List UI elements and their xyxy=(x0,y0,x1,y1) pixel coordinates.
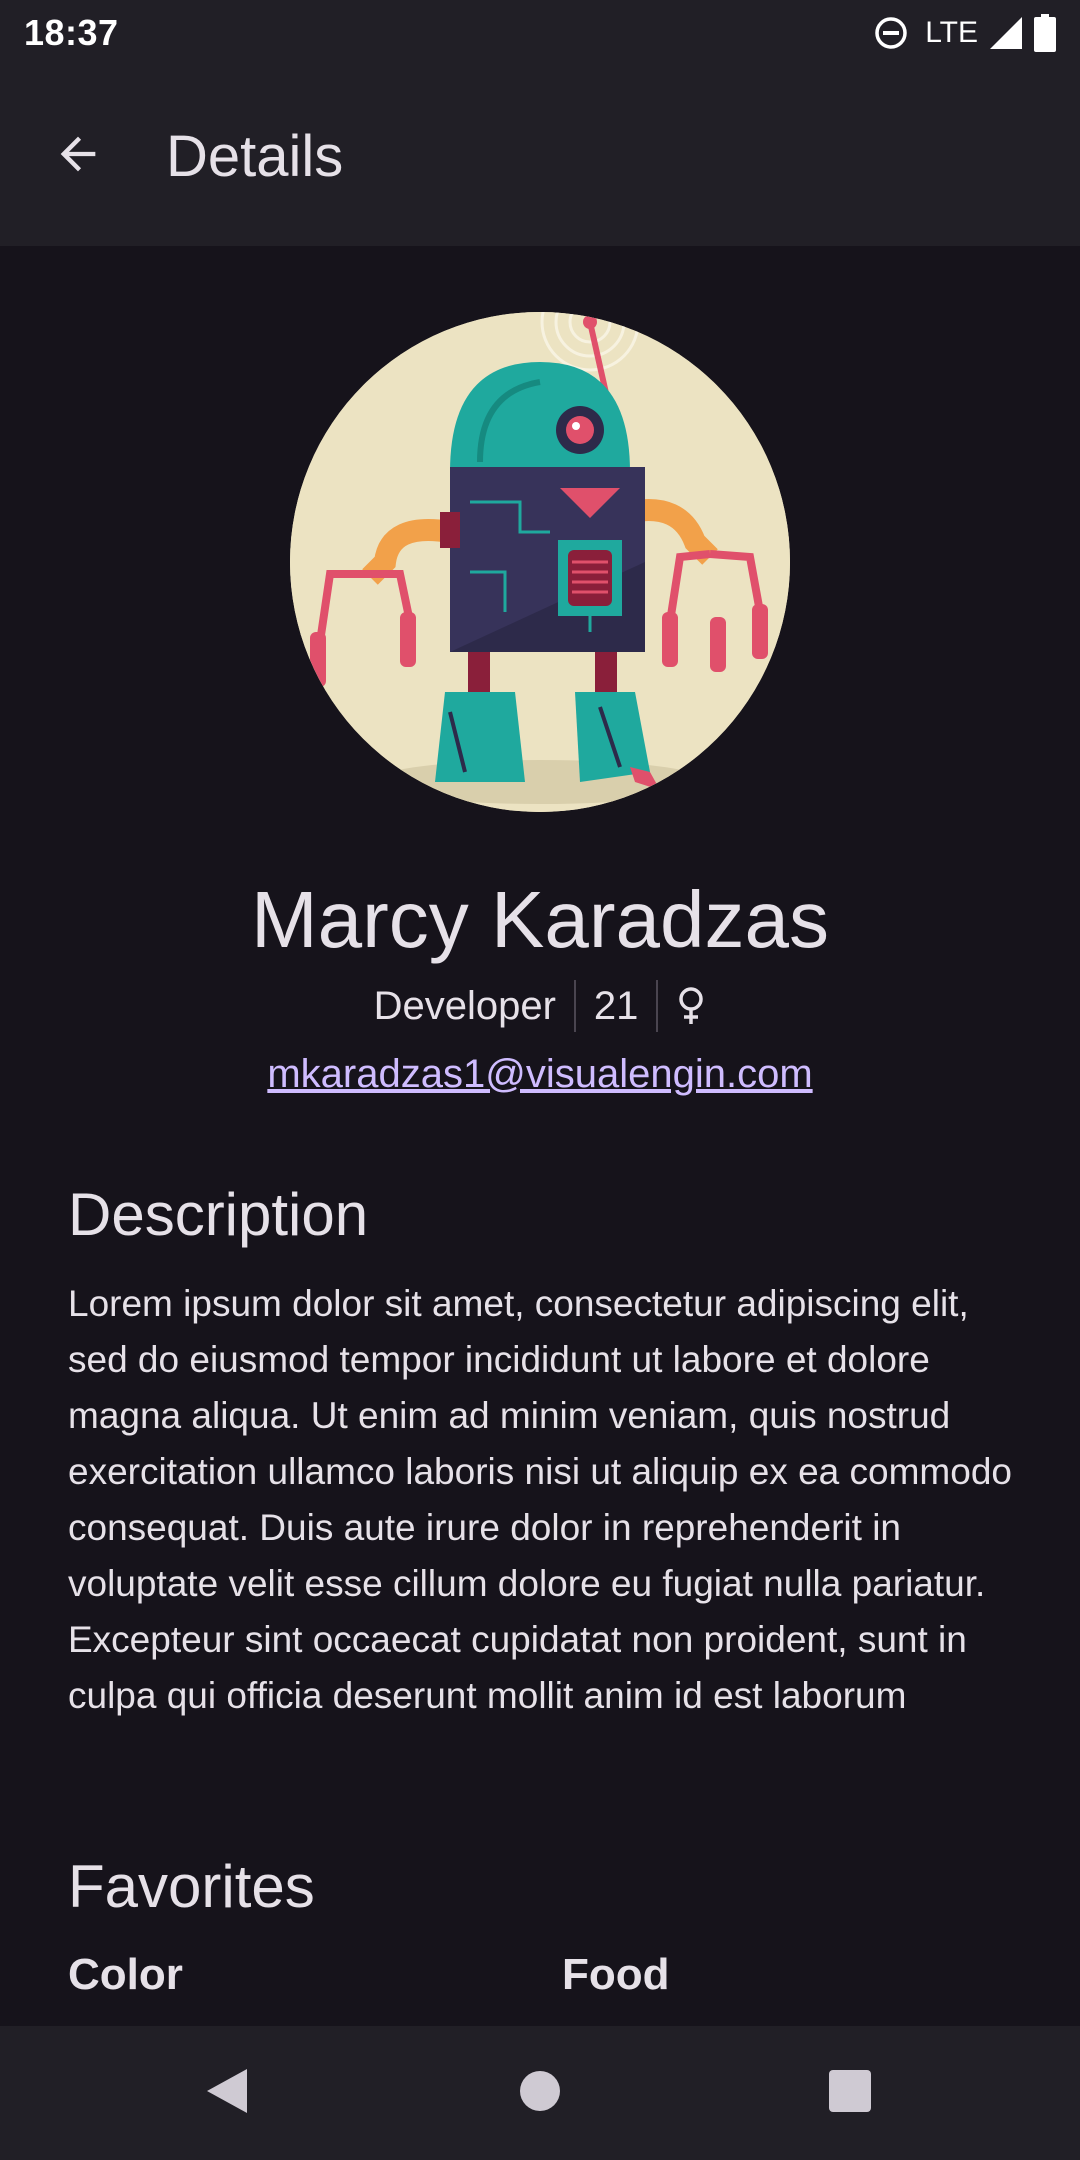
favorite-color-label: Color xyxy=(68,1950,183,1999)
description-heading: Description xyxy=(68,1181,369,1248)
favorites-heading: Favorites xyxy=(68,1853,315,1920)
description-text: Lorem ipsum dolor sit amet, consectetur … xyxy=(68,1283,1012,1716)
arrow-back-icon xyxy=(52,128,104,185)
female-icon xyxy=(676,986,706,1026)
page-title: Details xyxy=(166,123,344,189)
nav-back-button[interactable] xyxy=(160,2026,294,2160)
profile-meta: Developer 21 xyxy=(0,980,1080,1032)
battery-icon xyxy=(1034,14,1056,52)
nav-home-button[interactable] xyxy=(473,2026,607,2160)
network-label: LTE xyxy=(925,16,978,49)
signal-icon xyxy=(988,15,1024,51)
status-time: 18:37 xyxy=(24,12,119,53)
profile-job: Developer xyxy=(373,983,556,1028)
email-link[interactable]: mkaradzas1@visualengin.com xyxy=(0,1052,1080,1097)
system-nav-bar xyxy=(0,2026,1080,2160)
meta-divider xyxy=(656,980,659,1032)
nav-recents-button[interactable] xyxy=(783,2026,917,2160)
app-bar: Details xyxy=(0,66,1080,246)
nav-recents-icon xyxy=(828,2069,872,2118)
profile-name: Marcy Karadzas xyxy=(251,875,829,964)
status-icons: LTE xyxy=(873,14,1056,52)
back-button[interactable] xyxy=(28,106,128,206)
details-content[interactable]: Marcy Karadzas Developer 21 mkaradzas1@v… xyxy=(0,246,1080,2026)
status-bar: 18:37 LTE xyxy=(0,0,1080,66)
nav-home-icon xyxy=(519,2070,561,2117)
do-not-disturb-icon xyxy=(873,15,909,51)
robot-avatar xyxy=(290,312,790,812)
profile-age: 21 xyxy=(593,983,639,1028)
meta-divider xyxy=(573,980,576,1032)
favorite-food-label: Food xyxy=(562,1950,670,1999)
nav-back-icon xyxy=(205,2067,249,2120)
